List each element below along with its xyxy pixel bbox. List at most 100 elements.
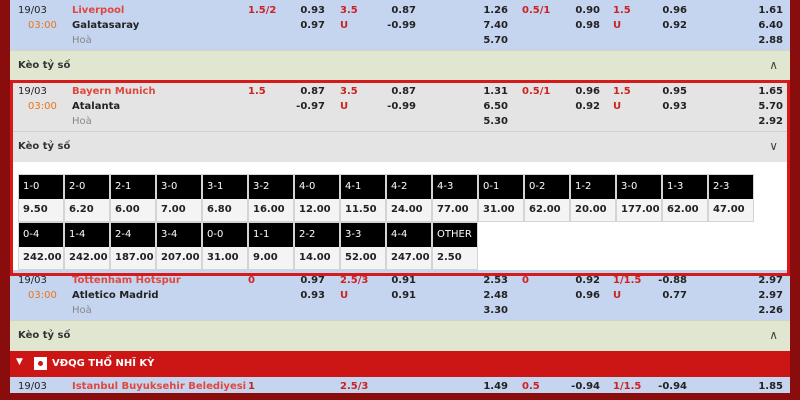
score-cell[interactable]: 0-4 242.00 [18,222,64,270]
score-cell[interactable]: 4-2 24.00 [386,174,432,222]
score-odds[interactable]: 7.00 [157,199,201,221]
h1-x12-draw-odds[interactable]: 2.26 [743,305,783,317]
score-odds[interactable]: 47.00 [709,199,753,221]
score-odds[interactable]: 16.00 [249,199,293,221]
ou-under-odds[interactable]: -0.99 [376,101,416,113]
match-row-1[interactable]: 19/03 03:00 Liverpool Galatasaray Hoà 1.… [10,0,790,50]
away-team[interactable]: Atalanta [72,101,120,113]
chevron-up-icon[interactable]: ∧ [769,58,778,72]
x12-away-odds[interactable]: 2.48 [468,290,508,302]
ou-over-odds[interactable]: 0.91 [376,275,416,287]
h1-x12-home-odds[interactable]: 1.85 [743,381,783,392]
score-cell[interactable]: 4-3 77.00 [432,174,478,222]
score-odds[interactable]: 20.00 [571,199,615,221]
score-cell[interactable]: 3-0 7.00 [156,174,202,222]
away-team[interactable]: Atletico Madrid [72,290,159,302]
score-odds[interactable]: 24.00 [387,199,431,221]
h1-x12-home-odds[interactable]: 2.97 [743,275,783,287]
ou-over-odds[interactable]: 0.87 [376,5,416,17]
h1-x12-away-odds[interactable]: 5.70 [743,101,783,113]
score-cell[interactable]: 2-3 47.00 [708,174,754,222]
score-cell[interactable]: 1-1 9.00 [248,222,294,270]
score-cell[interactable]: 0-1 31.00 [478,174,524,222]
h1-hdp-away-odds[interactable]: 0.92 [560,101,600,113]
h1-ou-over-odds[interactable]: -0.88 [647,275,687,287]
score-odds[interactable]: 9.50 [19,199,63,221]
h1-hdp-away-odds[interactable]: 0.98 [560,20,600,32]
score-odds[interactable]: 2.50 [433,247,477,269]
score-odds[interactable]: 6.20 [65,199,109,221]
h1-hdp-home-odds[interactable]: 0.92 [560,275,600,287]
score-odds[interactable]: 12.00 [295,199,339,221]
score-cell[interactable]: 0-2 62.00 [524,174,570,222]
hdp-home-odds[interactable]: 0.87 [285,86,325,98]
h1-hdp-home-odds[interactable]: 0.90 [560,5,600,17]
score-odds[interactable]: 31.00 [479,199,523,221]
h1-x12-draw-odds[interactable]: 2.92 [743,116,783,128]
chevron-up-icon[interactable]: ∧ [769,328,778,342]
x12-draw-odds[interactable]: 5.30 [468,116,508,128]
score-cell[interactable]: 1-3 62.00 [662,174,708,222]
score-cell[interactable]: 4-0 12.00 [294,174,340,222]
h1-ou-under-odds[interactable]: 0.93 [647,101,687,113]
score-odds[interactable]: 52.00 [341,247,385,269]
home-team[interactable]: Liverpool [72,5,124,17]
score-cell[interactable]: 0-0 31.00 [202,222,248,270]
correct-score-toggle-2[interactable]: Kèo tỷ số ∨ [10,131,790,162]
h1-ou-over-odds[interactable]: 0.96 [647,5,687,17]
hdp-home-odds[interactable]: 0.97 [285,275,325,287]
score-odds[interactable]: 6.00 [111,199,155,221]
ou-under-odds[interactable]: -0.99 [376,20,416,32]
score-cell[interactable]: 3-2 16.00 [248,174,294,222]
hdp-home-odds[interactable]: 0.93 [285,5,325,17]
score-odds[interactable]: 242.00 [65,247,109,269]
away-team[interactable]: Galatasaray [72,20,139,32]
hdp-away-odds[interactable]: 0.97 [285,20,325,32]
score-odds[interactable]: 62.00 [525,199,569,221]
score-cell[interactable]: 4-4 247.00 [386,222,432,270]
hdp-away-odds[interactable]: -0.97 [285,101,325,113]
score-cell[interactable]: 1-2 20.00 [570,174,616,222]
x12-draw-odds[interactable]: 3.30 [468,305,508,317]
h1-ou-under-odds[interactable]: 0.92 [647,20,687,32]
score-odds[interactable]: 9.00 [249,247,293,269]
score-cell[interactable]: 1-4 242.00 [64,222,110,270]
x12-home-odds[interactable]: 1.26 [468,5,508,17]
match-row-3[interactable]: 19/03 03:00 Tottenham Hotspur Atletico M… [10,270,790,320]
x12-away-odds[interactable]: 7.40 [468,20,508,32]
score-odds[interactable]: 187.00 [111,247,155,269]
correct-score-toggle-1[interactable]: Kèo tỷ số ∧ [10,50,790,81]
score-cell[interactable]: 2-2 14.00 [294,222,340,270]
score-odds[interactable]: 6.80 [203,199,247,221]
home-team[interactable]: Tottenham Hotspur [72,275,181,287]
score-odds[interactable]: 247.00 [387,247,431,269]
score-odds[interactable]: 62.00 [663,199,707,221]
match-row-2[interactable]: 19/03 03:00 Bayern Munich Atalanta Hoà 1… [10,81,790,131]
match-row-4[interactable]: 19/03 Istanbul Buyuksehir Belediyesi 1 2… [10,377,790,393]
score-cell[interactable]: 3-1 6.80 [202,174,248,222]
league-header[interactable]: ▼ VĐQG THỔ NHĨ KỲ [10,351,790,377]
home-team[interactable]: Bayern Munich [72,86,156,98]
score-odds[interactable]: 207.00 [157,247,201,269]
h1-hdp-away-odds[interactable]: 0.96 [560,290,600,302]
score-odds[interactable]: 11.50 [341,199,385,221]
score-cell[interactable]: 3-4 207.00 [156,222,202,270]
score-odds[interactable]: 31.00 [203,247,247,269]
h1-ou-over-odds[interactable]: -0.94 [647,381,687,392]
h1-x12-away-odds[interactable]: 6.40 [743,20,783,32]
score-odds[interactable]: 77.00 [433,199,477,221]
ou-over-odds[interactable]: 0.87 [376,86,416,98]
chevron-down-icon[interactable]: ∨ [769,139,778,153]
h1-ou-under-odds[interactable]: 0.77 [647,290,687,302]
score-cell[interactable]: 2-4 187.00 [110,222,156,270]
correct-score-toggle-3[interactable]: Kèo tỷ số ∧ [10,320,790,351]
score-odds[interactable]: 177.00 [617,199,661,221]
x12-home-odds[interactable]: 1.31 [468,86,508,98]
h1-x12-home-odds[interactable]: 1.61 [743,5,783,17]
h1-x12-draw-odds[interactable]: 2.88 [743,35,783,47]
score-cell[interactable]: 2-1 6.00 [110,174,156,222]
score-cell[interactable]: 3-3 52.00 [340,222,386,270]
h1-x12-home-odds[interactable]: 1.65 [743,86,783,98]
score-odds[interactable]: 14.00 [295,247,339,269]
hdp-away-odds[interactable]: 0.93 [285,290,325,302]
